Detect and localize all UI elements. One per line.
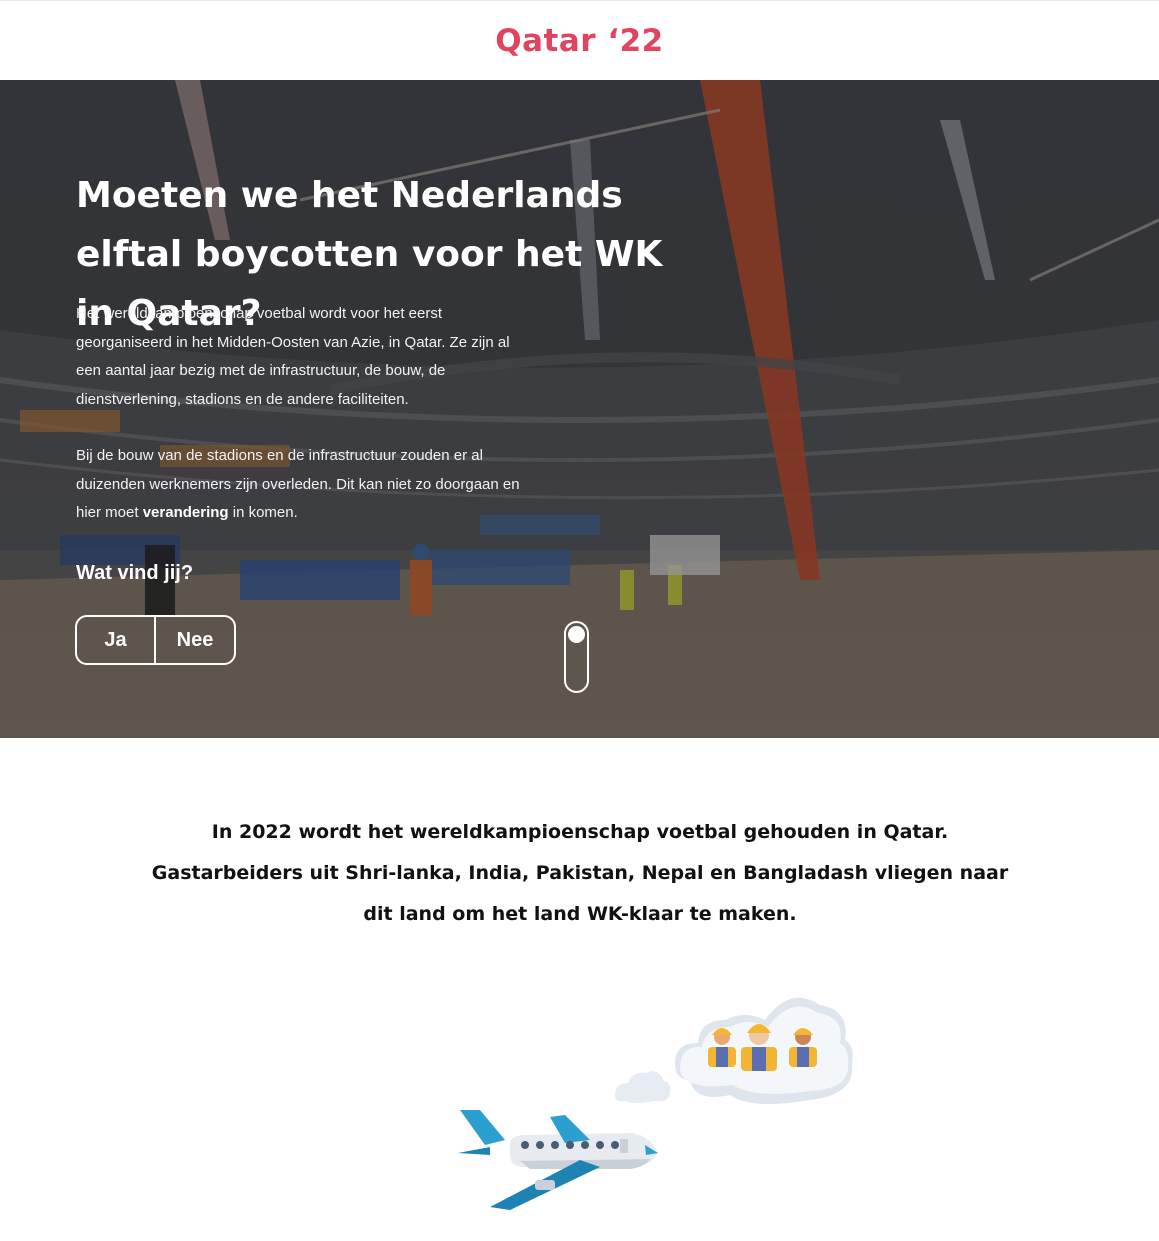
scroll-indicator-icon[interactable]: [564, 621, 589, 693]
scroll-indicator-dot: [568, 626, 585, 643]
story-text: In 2022 wordt het wereldkampioenschap vo…: [151, 821, 1009, 925]
hero-section: Moeten we het Nederlands elftal boycotte…: [0, 80, 1159, 738]
site-logo[interactable]: Qatar ‘22: [495, 23, 664, 59]
small-cloud-icon: [615, 1071, 671, 1103]
vote-question: Wat vind jij?: [76, 562, 194, 584]
vote-toggle: Ja Nee: [75, 615, 236, 665]
workers-flight-illustration: [458, 997, 853, 1210]
airplane-icon: [458, 1110, 658, 1210]
intro-paragraph-1: Het wereldkampioenschap voetbal wordt vo…: [76, 305, 510, 408]
emphasis-text: verandering: [142, 504, 229, 521]
vote-yes-button[interactable]: Ja: [77, 617, 156, 663]
vote-no-button[interactable]: Nee: [156, 617, 234, 663]
workers-icon: [708, 1024, 817, 1071]
site-header: Qatar ‘22: [0, 0, 1159, 80]
intro-paragraph-2: Bij de bouw van de stadions en de infras…: [76, 447, 520, 521]
hero-intro: Het wereldkampioenschap voetbal wordt vo…: [76, 300, 536, 528]
